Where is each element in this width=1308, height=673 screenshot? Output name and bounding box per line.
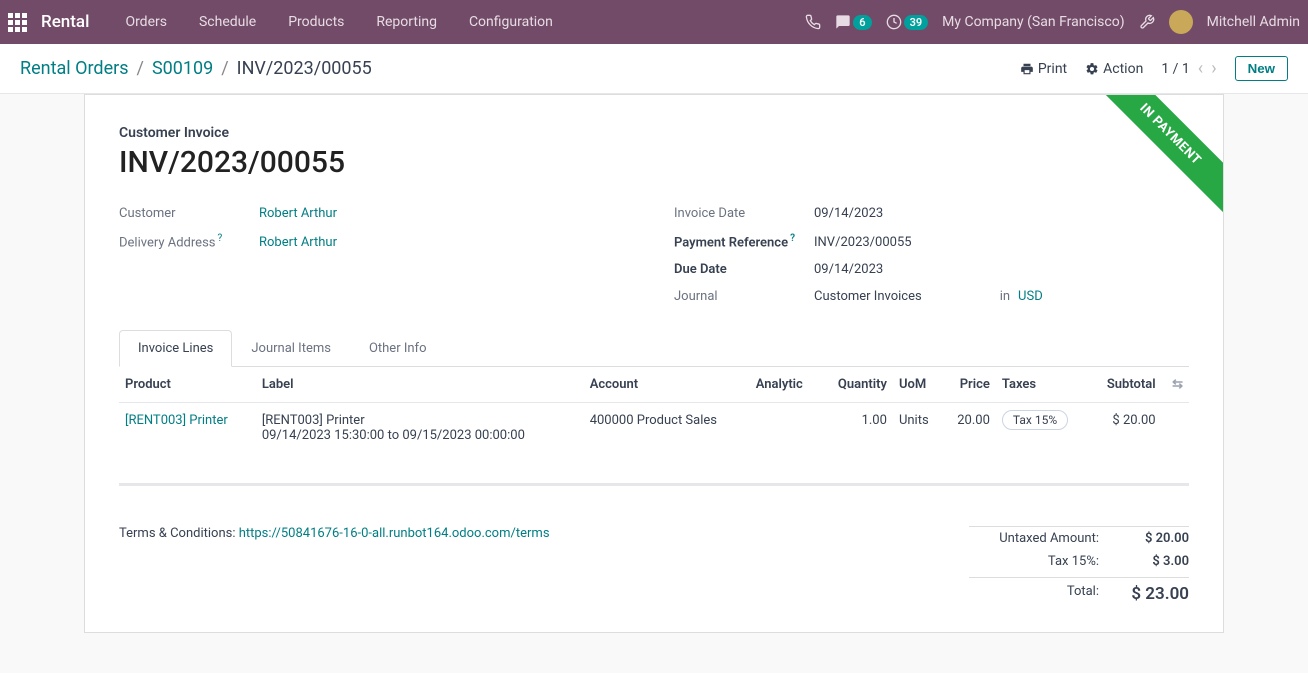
col-price[interactable]: Price xyxy=(943,367,996,403)
delivery-label: Delivery Address? xyxy=(119,233,259,250)
due-date: 09/14/2023 xyxy=(814,262,883,277)
untaxed-label: Untaxed Amount: xyxy=(969,531,1099,546)
pager-count[interactable]: 1 / 1 xyxy=(1161,61,1189,77)
total-amount: $ 23.00 xyxy=(1099,584,1189,604)
delivery-link[interactable]: Robert Arthur xyxy=(259,235,337,250)
col-account[interactable]: Account xyxy=(584,367,750,403)
table-row[interactable]: [RENT003] Printer [RENT003] Printer 09/1… xyxy=(119,403,1189,485)
activities-icon[interactable]: 39 xyxy=(886,14,929,30)
invoice-title: INV/2023/00055 xyxy=(119,145,1189,180)
breadcrumb-current: INV/2023/00055 xyxy=(237,58,372,79)
title-label: Customer Invoice xyxy=(119,125,1189,141)
main-navbar: Rental Orders Schedule Products Reportin… xyxy=(0,0,1308,44)
due-date-label: Due Date xyxy=(674,262,814,277)
nav-products[interactable]: Products xyxy=(274,14,358,30)
line-analytic xyxy=(750,403,820,485)
messages-icon[interactable]: 6 xyxy=(835,14,871,30)
company-selector[interactable]: My Company (San Francisco) xyxy=(942,14,1124,30)
new-button[interactable]: New xyxy=(1235,56,1288,81)
line-quantity: 1.00 xyxy=(820,403,893,485)
tab-journal-items[interactable]: Journal Items xyxy=(232,330,350,367)
help-icon[interactable]: ? xyxy=(790,233,795,244)
invoice-date: 09/14/2023 xyxy=(814,206,883,221)
pager-next[interactable]: › xyxy=(1211,58,1216,79)
col-product[interactable]: Product xyxy=(119,367,256,403)
print-icon xyxy=(1020,62,1034,76)
breadcrumb-root[interactable]: Rental Orders xyxy=(20,58,129,79)
terms-link[interactable]: https://50841676-16-0-all.runbot164.odoo… xyxy=(239,526,550,541)
nav-reporting[interactable]: Reporting xyxy=(362,14,451,30)
invoice-lines-table: Product Label Account Analytic Quantity … xyxy=(119,367,1189,486)
payment-ref-label: Payment Reference? xyxy=(674,233,814,250)
control-bar: Rental Orders / S00109 / INV/2023/00055 … xyxy=(0,44,1308,94)
col-subtotal[interactable]: Subtotal xyxy=(1089,367,1161,403)
total-label: Total: xyxy=(969,584,1099,604)
tax-amount: $ 3.00 xyxy=(1099,554,1189,569)
help-icon[interactable]: ? xyxy=(218,233,223,244)
tab-other-info[interactable]: Other Info xyxy=(350,330,446,367)
col-label[interactable]: Label xyxy=(256,367,584,403)
journal-label: Journal xyxy=(674,289,814,304)
tab-invoice-lines[interactable]: Invoice Lines xyxy=(119,330,232,367)
columns-options-icon[interactable]: ⇆ xyxy=(1172,377,1183,392)
pager: 1 / 1 ‹ › xyxy=(1161,58,1216,79)
col-analytic[interactable]: Analytic xyxy=(750,367,820,403)
currency-link[interactable]: USD xyxy=(1018,289,1043,304)
line-product[interactable]: [RENT003] Printer xyxy=(125,413,228,428)
tabs: Invoice Lines Journal Items Other Info xyxy=(119,330,1189,367)
messages-badge: 6 xyxy=(853,15,871,30)
invoice-date-label: Invoice Date xyxy=(674,206,814,221)
line-taxes: Tax 15% xyxy=(996,403,1089,485)
line-label: [RENT003] Printer 09/14/2023 15:30:00 to… xyxy=(256,403,584,485)
line-price: 20.00 xyxy=(943,403,996,485)
journal-in: in xyxy=(1000,289,1010,304)
journal-value: Customer Invoices xyxy=(814,289,922,304)
line-account: 400000 Product Sales xyxy=(584,403,750,485)
untaxed-amount: $ 20.00 xyxy=(1099,531,1189,546)
customer-label: Customer xyxy=(119,206,259,221)
avatar[interactable] xyxy=(1169,10,1193,34)
phone-icon[interactable] xyxy=(805,14,821,30)
form-sheet: IN PAYMENT Customer Invoice INV/2023/000… xyxy=(84,94,1224,633)
line-subtotal: $ 20.00 xyxy=(1089,403,1161,485)
app-name[interactable]: Rental xyxy=(41,12,89,32)
nav-orders[interactable]: Orders xyxy=(111,14,181,30)
col-quantity[interactable]: Quantity xyxy=(820,367,893,403)
action-button[interactable]: Action xyxy=(1085,61,1143,77)
nav-configuration[interactable]: Configuration xyxy=(455,14,567,30)
activities-badge: 39 xyxy=(904,15,929,30)
nav-schedule[interactable]: Schedule xyxy=(185,14,270,30)
debug-icon[interactable] xyxy=(1139,14,1155,30)
col-uom[interactable]: UoM xyxy=(893,367,943,403)
user-menu[interactable]: Mitchell Admin xyxy=(1207,14,1300,30)
apps-icon[interactable] xyxy=(8,13,27,32)
col-taxes[interactable]: Taxes xyxy=(996,367,1089,403)
pager-prev[interactable]: ‹ xyxy=(1198,58,1203,79)
breadcrumb-order[interactable]: S00109 xyxy=(152,58,213,79)
breadcrumb: Rental Orders / S00109 / INV/2023/00055 xyxy=(20,58,372,79)
gear-icon xyxy=(1085,62,1099,76)
tax-label: Tax 15%: xyxy=(969,554,1099,569)
customer-link[interactable]: Robert Arthur xyxy=(259,206,337,221)
terms: Terms & Conditions: https://50841676-16-… xyxy=(119,526,949,541)
payment-ref: INV/2023/00055 xyxy=(814,235,912,250)
totals: Untaxed Amount: $ 20.00 Tax 15%: $ 3.00 … xyxy=(969,526,1189,608)
print-button[interactable]: Print xyxy=(1020,61,1067,77)
line-uom: Units xyxy=(893,403,943,485)
